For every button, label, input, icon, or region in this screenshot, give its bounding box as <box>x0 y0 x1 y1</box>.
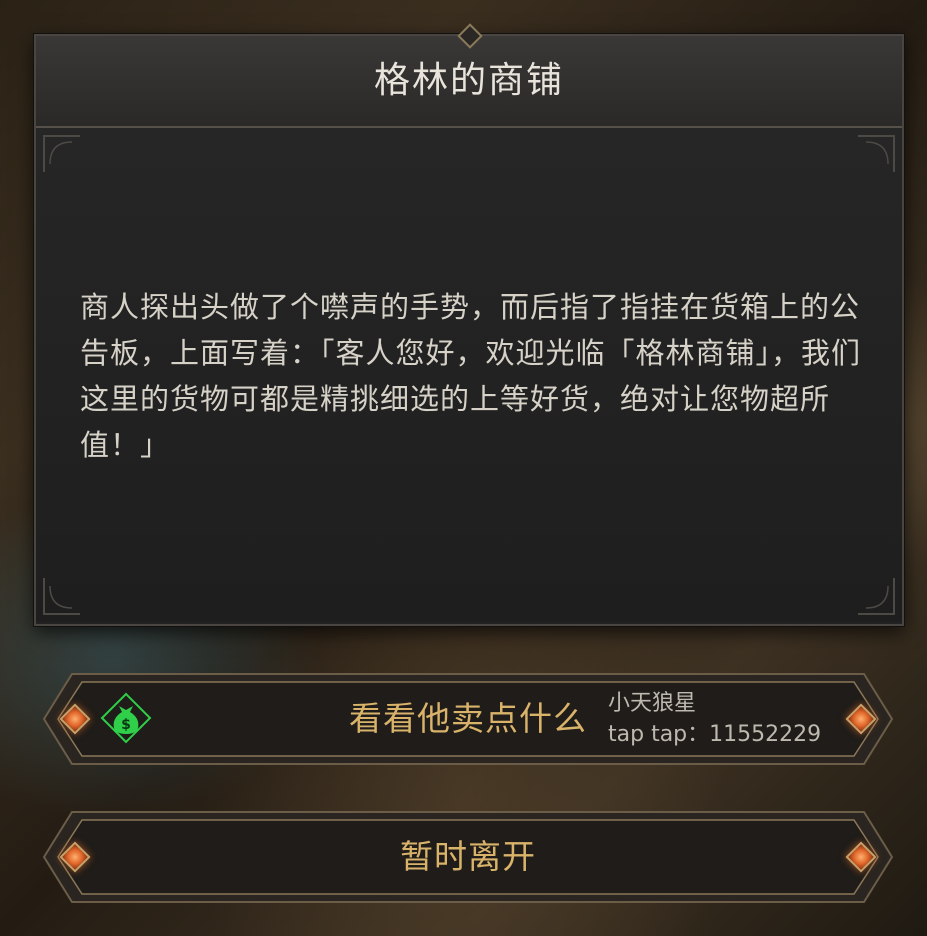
dialog-title: 格林的商铺 <box>373 60 564 101</box>
dialog-message: 商人探出头做了个噤声的手势，而后指了指挂在货箱上的公告板，上面写着：「客人您好，… <box>80 290 862 462</box>
dialog-header: 格林的商铺 <box>36 23 902 128</box>
corner-ornament-icon <box>858 578 895 615</box>
event-dialog: 格林的商铺 商人探出头做了个噤声的手势，而后指了指挂在货箱上的公告板，上面写着：… <box>34 23 904 626</box>
watermark: 小天狼星 tap tap：11552229 <box>608 688 821 750</box>
corner-ornament-icon <box>858 135 895 172</box>
option-browse-wares-button[interactable]: $ 看看他卖点什么 小天狼星 tap tap：11552229 <box>42 672 894 766</box>
option-leave-button[interactable]: 暂时离开 <box>42 810 894 904</box>
watermark-author: 小天狼星 <box>608 691 697 716</box>
corner-ornament-icon <box>43 578 80 615</box>
corner-ornament-icon <box>43 135 80 172</box>
watermark-taptap-id: tap tap：11552229 <box>608 722 822 747</box>
option-leave-label: 暂时离开 <box>400 837 536 876</box>
